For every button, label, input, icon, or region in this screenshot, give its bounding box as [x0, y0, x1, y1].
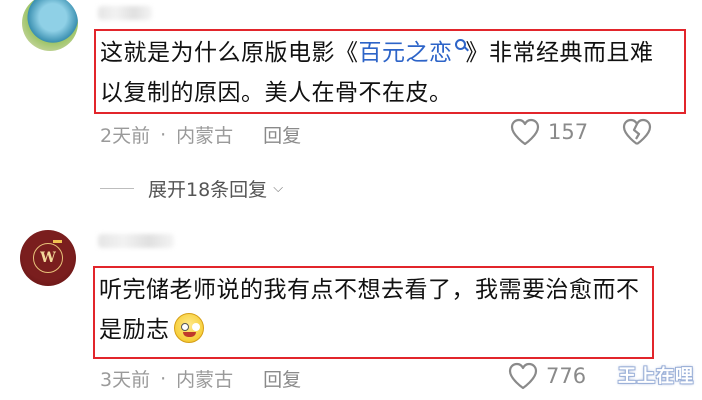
- comment-time: 2天前: [100, 125, 151, 147]
- comment-text-highlighted: 这就是为什么原版电影《百元之恋 》非常经典而且难以复制的原因。美人在骨不在皮。: [94, 29, 686, 114]
- divider: [100, 187, 134, 190]
- like-count: 776: [546, 364, 587, 388]
- search-icon: [454, 39, 466, 50]
- comment-feed: 这就是为什么原版电影《百元之恋 》非常经典而且难以复制的原因。美人在骨不在皮。 2…: [0, 0, 702, 400]
- meta-separator: ·: [160, 367, 167, 390]
- grinning-emoji-icon: [173, 313, 204, 343]
- user-avatar[interactable]: W: [20, 230, 76, 286]
- expand-replies-label[interactable]: 展开18条回复: [148, 175, 267, 202]
- reply-button[interactable]: 回复: [263, 121, 301, 148]
- comment-location: 内蒙古: [176, 369, 234, 391]
- heart-icon: [508, 362, 538, 390]
- chevron-down-icon: ⌵: [273, 181, 284, 196]
- like-count: 157: [548, 120, 589, 144]
- like-button[interactable]: 776: [508, 362, 586, 390]
- meta-separator: ·: [160, 123, 167, 146]
- reply-button[interactable]: 回复: [263, 365, 301, 392]
- heart-icon: [510, 118, 540, 146]
- avatar-emblem: W: [33, 243, 63, 273]
- comment-text-highlighted: 听完储老师说的我有点不想去看了，我需要治愈而不是励志: [93, 266, 654, 359]
- movie-link[interactable]: 百元之恋: [359, 39, 466, 66]
- movie-link-label[interactable]: 百元之恋: [359, 40, 453, 66]
- username-blurred[interactable]: [98, 234, 174, 248]
- avatar-letter: W: [40, 250, 56, 266]
- like-button[interactable]: 157: [510, 118, 588, 146]
- comment-text: 这就是为什么原版电影《: [100, 40, 359, 66]
- watermark: 王上在哩: [618, 366, 694, 387]
- comment-location: 内蒙古: [176, 125, 234, 147]
- broken-heart-icon: [622, 118, 652, 145]
- username-blurred[interactable]: [98, 6, 152, 20]
- crown-icon: [53, 240, 62, 246]
- dislike-button[interactable]: [622, 118, 652, 150]
- expand-replies-button[interactable]: 展开18条回复 ⌵: [100, 175, 283, 202]
- comment-time: 3天前: [100, 369, 151, 391]
- user-avatar[interactable]: [22, 0, 78, 51]
- comment-meta: 3天前 · 内蒙古 回复: [100, 365, 301, 392]
- comment-meta: 2天前 · 内蒙古 回复: [100, 121, 301, 148]
